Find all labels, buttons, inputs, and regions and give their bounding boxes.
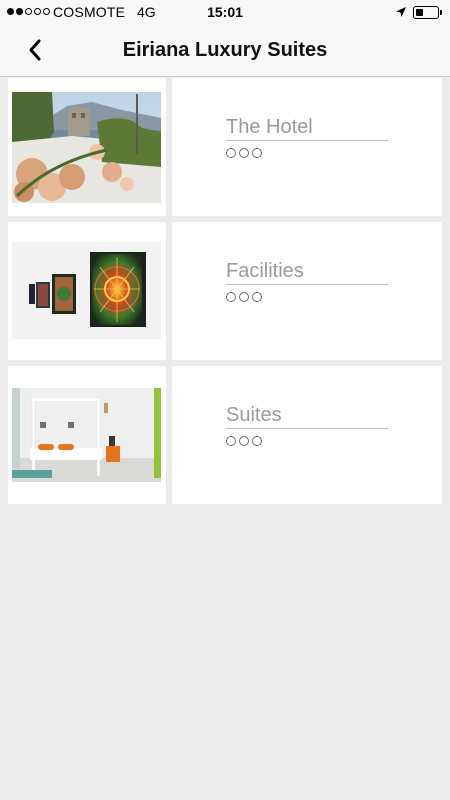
- menu-item-label: Facilities: [226, 259, 388, 285]
- menu-item-the-hotel[interactable]: The Hotel: [0, 78, 450, 216]
- more-dots-icon: [226, 436, 262, 446]
- menu-item-label: The Hotel: [226, 115, 388, 141]
- label-card: Suites: [172, 366, 442, 504]
- label-card: Facilities: [172, 222, 442, 360]
- facilities-thumbnail: [12, 242, 161, 339]
- thumbnail-card: [8, 366, 166, 504]
- navigation-bar: Eiriana Luxury Suites: [0, 26, 450, 77]
- menu-item-label: Suites: [226, 403, 388, 429]
- thumbnail-card: [8, 222, 166, 360]
- page-title: Eiriana Luxury Suites: [122, 39, 328, 61]
- label-card: The Hotel: [172, 78, 442, 216]
- more-dots-icon: [226, 148, 262, 158]
- status-time: 15:01: [207, 4, 243, 20]
- suites-thumbnail: [12, 388, 161, 482]
- location-arrow-icon: [396, 7, 406, 17]
- more-dots-icon: [226, 292, 262, 302]
- menu-item-facilities[interactable]: Facilities: [0, 222, 450, 360]
- battery-icon: [413, 6, 439, 19]
- menu-item-suites[interactable]: Suites: [0, 366, 450, 504]
- status-bar: COSMOTE 4G 15:01: [0, 0, 450, 26]
- hotel-thumbnail: [12, 92, 161, 203]
- thumbnail-card: [8, 78, 166, 216]
- battery-tip: [440, 10, 442, 15]
